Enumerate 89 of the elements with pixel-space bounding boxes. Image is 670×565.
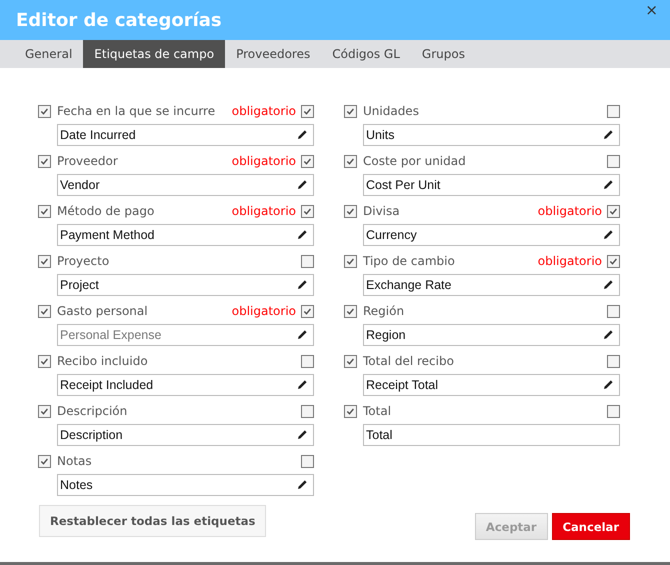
field-label: Total del recibo bbox=[363, 354, 455, 368]
label-field[interactable]: Vendor bbox=[57, 174, 314, 196]
field-label: Total bbox=[363, 404, 392, 418]
label-field[interactable]: Payment Method bbox=[57, 224, 314, 246]
checkbox[interactable] bbox=[38, 254, 51, 268]
label-field[interactable]: Notes bbox=[57, 474, 314, 496]
field-label: Descripción bbox=[57, 404, 128, 418]
pencil-icon[interactable] bbox=[297, 379, 308, 390]
field-label: Unidades bbox=[363, 104, 420, 118]
label-field[interactable]: Units bbox=[363, 124, 620, 146]
checkbox[interactable] bbox=[607, 154, 620, 168]
required-label: obligatorio bbox=[232, 154, 296, 168]
pencil-icon[interactable] bbox=[603, 179, 614, 190]
label-field[interactable]: Region bbox=[363, 324, 620, 346]
required-label: obligatorio bbox=[538, 204, 602, 218]
pencil-icon[interactable] bbox=[297, 229, 308, 240]
checkbox[interactable] bbox=[344, 204, 357, 218]
pencil-icon[interactable] bbox=[603, 329, 614, 340]
field-label: Proyecto bbox=[57, 254, 110, 268]
pencil-icon[interactable] bbox=[297, 479, 308, 490]
field-label: Proveedor bbox=[57, 154, 119, 168]
checkbox[interactable] bbox=[301, 154, 314, 168]
field-label: Divisa bbox=[363, 204, 401, 218]
cancel-button[interactable]: Cancelar bbox=[552, 513, 630, 540]
label-field[interactable]: Receipt Total bbox=[363, 374, 620, 396]
pencil-icon[interactable] bbox=[297, 329, 308, 340]
checkbox[interactable] bbox=[38, 404, 51, 418]
checkbox[interactable] bbox=[38, 454, 51, 468]
required-label: obligatorio bbox=[538, 254, 602, 268]
label-field[interactable]: Total bbox=[363, 424, 620, 446]
checkbox[interactable] bbox=[344, 154, 357, 168]
checkbox[interactable] bbox=[301, 354, 314, 368]
window-title: Editor de categorías bbox=[16, 10, 222, 30]
checkbox[interactable] bbox=[38, 354, 51, 368]
checkbox[interactable] bbox=[607, 304, 620, 318]
pencil-icon[interactable] bbox=[297, 279, 308, 290]
checkbox[interactable] bbox=[301, 304, 314, 318]
checkbox[interactable] bbox=[344, 404, 357, 418]
field-label: Tipo de cambio bbox=[363, 254, 456, 268]
pencil-icon[interactable] bbox=[603, 229, 614, 240]
checkbox[interactable] bbox=[607, 354, 620, 368]
pencil-icon[interactable] bbox=[297, 129, 308, 140]
checkbox[interactable] bbox=[38, 204, 51, 218]
checkbox[interactable] bbox=[344, 304, 357, 318]
field-label: Región bbox=[363, 304, 406, 318]
checkbox[interactable] bbox=[607, 204, 620, 218]
checkbox[interactable] bbox=[301, 254, 314, 268]
checkbox[interactable] bbox=[38, 104, 51, 118]
checkbox[interactable] bbox=[38, 154, 51, 168]
tab[interactable]: Proveedores bbox=[225, 40, 322, 68]
pencil-icon[interactable] bbox=[603, 379, 614, 390]
close-button[interactable]: × bbox=[645, 1, 658, 19]
label-field[interactable]: Currency bbox=[363, 224, 620, 246]
label-field[interactable]: Exchange Rate bbox=[363, 274, 620, 296]
tab[interactable]: Etiquetas de campo bbox=[83, 40, 226, 68]
tab[interactable]: General bbox=[14, 40, 84, 68]
field-label: Fecha en la que se incurre bbox=[57, 104, 216, 118]
reset-labels-button[interactable]: Restablecer todas las etiquetas bbox=[39, 504, 266, 536]
field-label: Notas bbox=[57, 454, 93, 468]
checkbox[interactable] bbox=[301, 454, 314, 468]
label-field[interactable]: Cost Per Unit bbox=[363, 174, 620, 196]
checkbox[interactable] bbox=[301, 204, 314, 218]
field-label: Gasto personal bbox=[57, 304, 149, 318]
field-label: Coste por unidad bbox=[363, 154, 467, 168]
checkbox[interactable] bbox=[607, 254, 620, 268]
required-label: obligatorio bbox=[232, 204, 296, 218]
pencil-icon[interactable] bbox=[603, 279, 614, 290]
checkbox[interactable] bbox=[38, 304, 51, 318]
pencil-icon[interactable] bbox=[297, 179, 308, 190]
required-label: obligatorio bbox=[232, 304, 296, 318]
tab[interactable]: Códigos GL bbox=[321, 40, 411, 68]
pencil-icon[interactable] bbox=[297, 429, 308, 440]
field-label: Recibo incluido bbox=[57, 354, 149, 368]
checkbox[interactable] bbox=[344, 254, 357, 268]
field-label: Método de pago bbox=[57, 204, 156, 218]
checkbox[interactable] bbox=[301, 404, 314, 418]
label-field[interactable]: Receipt Included bbox=[57, 374, 314, 396]
label-field[interactable]: Date Incurred bbox=[57, 124, 314, 146]
label-field[interactable]: Description bbox=[57, 424, 314, 446]
pencil-icon[interactable] bbox=[603, 129, 614, 140]
checkbox[interactable] bbox=[344, 104, 357, 118]
checkbox[interactable] bbox=[301, 104, 314, 118]
tab[interactable]: Grupos bbox=[410, 40, 476, 68]
label-field[interactable]: Project bbox=[57, 274, 314, 296]
checkbox[interactable] bbox=[607, 104, 620, 118]
required-label: obligatorio bbox=[232, 104, 296, 118]
checkbox[interactable] bbox=[607, 404, 620, 418]
checkbox[interactable] bbox=[344, 354, 357, 368]
label-field[interactable]: Personal Expense bbox=[57, 324, 314, 346]
